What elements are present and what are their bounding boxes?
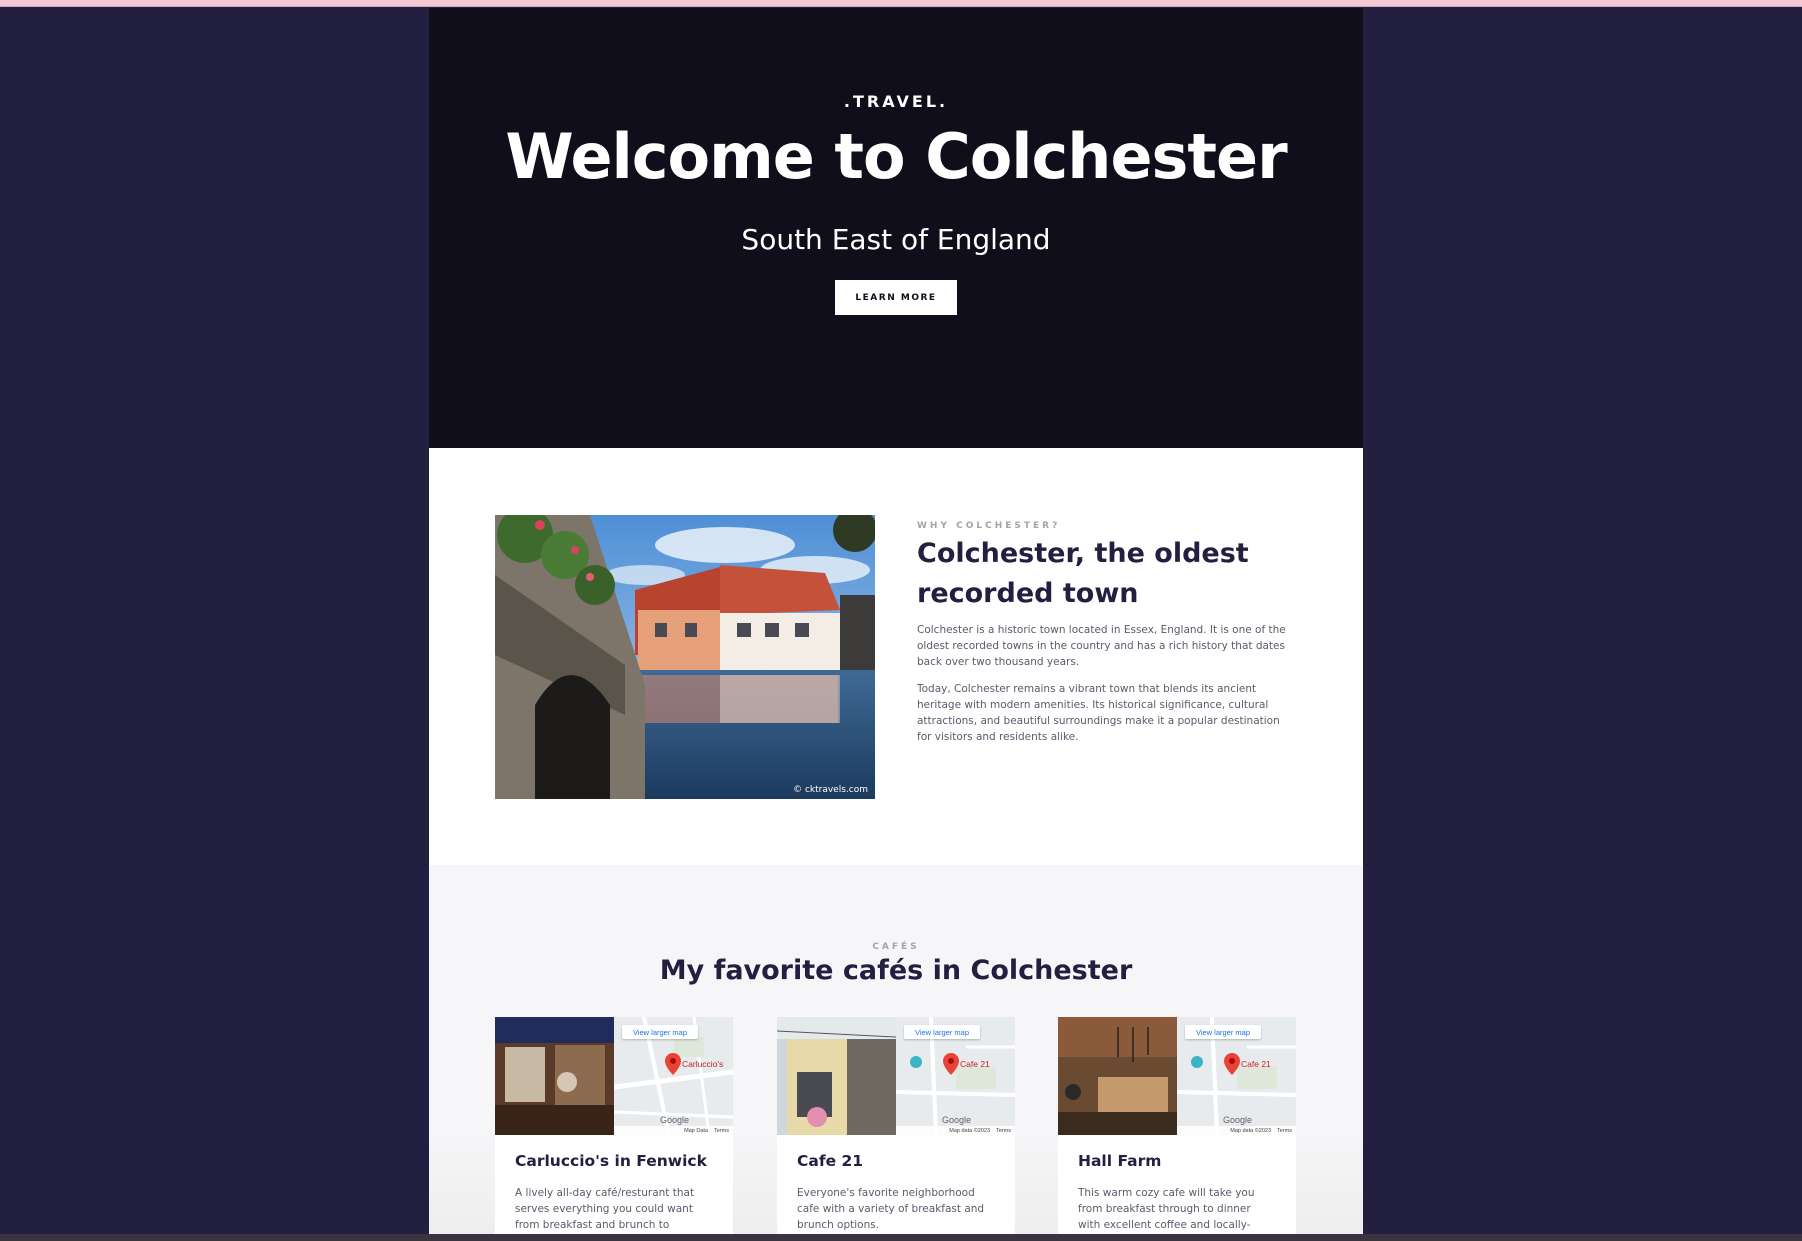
about-paragraph: Colchester is a historic town located in… (917, 624, 1286, 668)
map-data-label[interactable]: Map Data (684, 1128, 708, 1134)
map-terms-link[interactable]: Terms (714, 1128, 729, 1134)
view-larger-map-link[interactable]: View larger map (622, 1025, 698, 1039)
map-footer: Map Data Terms (614, 1126, 733, 1135)
view-larger-map-link[interactable]: View larger map (1185, 1025, 1261, 1039)
map-footer: Map data ©2023 Terms (1177, 1126, 1296, 1135)
map-pin-icon (1224, 1053, 1240, 1075)
cafe-photo-illustration (495, 1017, 614, 1135)
google-logo: Google (942, 1115, 972, 1125)
map-pin-label: Carluccio's (682, 1059, 724, 1069)
about-heading: Colchester, the oldest recorded town (917, 538, 1249, 609)
cafe-description: This warm cozy cafe will take you from b… (1078, 1187, 1255, 1231)
map-terms-link[interactable]: Terms (996, 1128, 1011, 1134)
cafe-map[interactable]: Carluccio's View larger map Google Map D… (614, 1017, 733, 1135)
photo-credit: © cktravels.com (793, 785, 868, 795)
view-larger-map-link[interactable]: View larger map (904, 1025, 980, 1039)
map-terms-link[interactable]: Terms (1277, 1128, 1292, 1134)
map-data-label[interactable]: Map data ©2023 (949, 1128, 990, 1134)
map-pin-label: Cafe 21 (1241, 1059, 1271, 1069)
google-logo: Google (660, 1115, 690, 1125)
map-pin-icon (665, 1053, 681, 1075)
hero-title: Welcome to Colchester (505, 120, 1287, 193)
map-pin-icon (943, 1053, 959, 1075)
hero-eyebrow: .TRAVEL. (843, 92, 949, 111)
cafe-description: Everyone's favorite neighborhood cafe wi… (797, 1187, 985, 1231)
cafe-description: A lively all-day café/resturant that ser… (515, 1187, 695, 1231)
cafe-photo (495, 1017, 614, 1135)
cafes-section: CAFÉS My favorite cafés in Colchester Ca… (429, 865, 1363, 1234)
hero-subtitle: South East of England (741, 223, 1051, 256)
cafe-card: Carluccio's View larger map Google Map D… (495, 1017, 733, 1234)
browser-top-strip (0, 0, 1802, 7)
cafe-card: Cafe 21 View larger map Google Map data … (1058, 1017, 1296, 1234)
cafe-photo-illustration (777, 1017, 896, 1135)
about-eyebrow: WHY COLCHESTER? (917, 521, 1061, 531)
map-footer: Map data ©2023 Terms (896, 1126, 1015, 1135)
page: .TRAVEL. Welcome to Colchester South Eas… (429, 8, 1363, 1234)
cafe-name: Hall Farm (1078, 1152, 1162, 1170)
hero-section: .TRAVEL. Welcome to Colchester South Eas… (429, 8, 1363, 448)
cafe-photo (1058, 1017, 1177, 1135)
google-logo: Google (1223, 1115, 1253, 1125)
cafe-photo (777, 1017, 896, 1135)
cafe-map[interactable]: Cafe 21 View larger map Google Map data … (896, 1017, 1015, 1135)
about-paragraph: Today, Colchester remains a vibrant town… (917, 683, 1280, 743)
colchester-photo: © cktravels.com (495, 515, 875, 799)
cafe-photo-illustration (1058, 1017, 1177, 1135)
cafe-card: Cafe 21 View larger map Google Map data … (777, 1017, 1015, 1234)
browser-bottom-strip (0, 1234, 1802, 1241)
cafe-name: Cafe 21 (797, 1152, 864, 1170)
about-section: © cktravels.com WHY COLCHESTER? Colchest… (429, 448, 1363, 865)
cafes-heading: My favorite cafés in Colchester (659, 955, 1133, 986)
map-pin-label: Cafe 21 (960, 1059, 990, 1069)
cafe-map[interactable]: Cafe 21 View larger map Google Map data … (1177, 1017, 1296, 1135)
cafes-eyebrow: CAFÉS (872, 942, 920, 952)
learn-more-button[interactable]: LEARN MORE (835, 280, 957, 315)
cafe-name: Carluccio's in Fenwick (515, 1152, 707, 1170)
map-data-label[interactable]: Map data ©2023 (1230, 1128, 1271, 1134)
colchester-photo-illustration (495, 515, 875, 799)
